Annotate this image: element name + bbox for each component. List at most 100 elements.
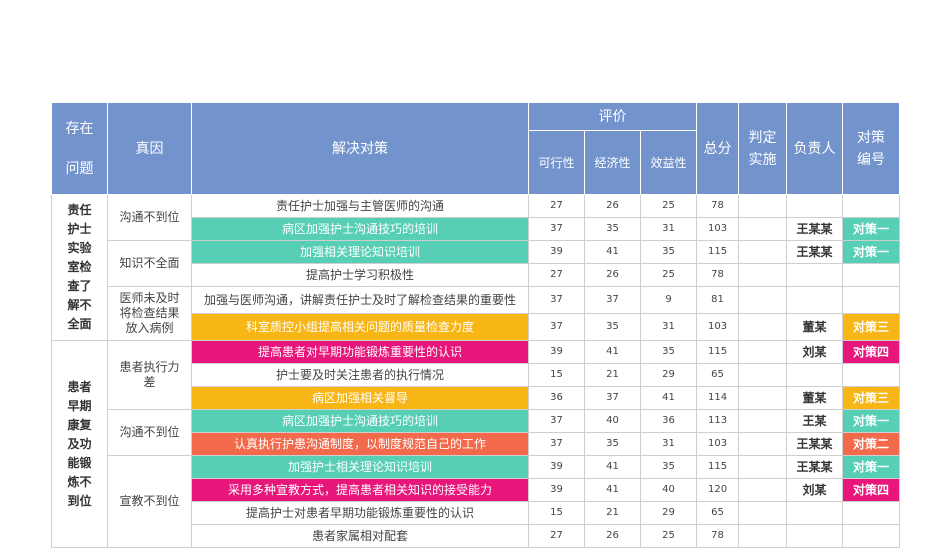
code-cell	[842, 286, 901, 314]
benefit-score: 35	[639, 340, 698, 364]
benefit-score: 29	[639, 501, 698, 525]
benefit-score: 36	[639, 409, 698, 433]
feasibility-score: 39	[528, 478, 585, 502]
problem-text-line: 患者	[67, 379, 92, 394]
cause-text-line: 将检查结果	[119, 306, 180, 320]
header-problem-line2: 问题	[65, 160, 94, 177]
header-economy: 经济性	[584, 130, 641, 195]
decision-cell	[738, 478, 788, 502]
header-problem-spacer	[52, 140, 107, 158]
cause-text-line: 差	[143, 375, 156, 389]
benefit-score: 25	[639, 524, 698, 548]
benefit-score: 25	[639, 263, 698, 287]
economy-score: 41	[584, 478, 641, 502]
decision-cell	[738, 363, 788, 387]
total-score: 78	[696, 263, 740, 287]
feasibility-score: 27	[528, 263, 585, 287]
problem-text-line: 责任	[67, 203, 92, 217]
feasibility-score: 37	[528, 313, 585, 341]
owner-cell: 王某某	[786, 432, 844, 456]
problem-text-line: 及功	[67, 436, 92, 451]
problem-text-line: 查了	[67, 279, 92, 293]
header-owner: 负责人	[786, 102, 844, 195]
measure-cell: 科室质控小组提高相关问题的质量检查力度	[191, 313, 529, 341]
total-score: 103	[696, 217, 740, 241]
economy-score: 37	[584, 386, 641, 410]
economy-score: 40	[584, 409, 641, 433]
benefit-score: 31	[639, 432, 698, 456]
benefit-score: 40	[639, 478, 698, 502]
cause-text: 沟通不到位	[119, 425, 180, 439]
measure-cell: 病区加强相关督导	[191, 386, 529, 410]
measure-cell: 提高护士对患者早期功能锻炼重要性的认识	[191, 501, 529, 525]
total-score: 115	[696, 240, 740, 264]
problem-text-line: 早期	[67, 398, 92, 413]
feasibility-score: 27	[528, 524, 585, 548]
cause-text: 沟通不到位	[119, 210, 180, 224]
owner-cell: 王某某	[786, 217, 844, 241]
header-code: 对策 编号	[842, 102, 901, 195]
problem-text-line: 护士	[67, 222, 92, 236]
economy-score: 35	[584, 217, 641, 241]
decision-cell	[738, 386, 788, 410]
countermeasure-table: 存在 问题 真因 解决对策 评价 总分 判定 实施 负责人 对策 编号 可行性 …	[51, 102, 901, 548]
total-score: 78	[696, 194, 740, 218]
problem-text-line: 实验	[67, 241, 92, 255]
code-cell	[842, 363, 901, 387]
header-decision: 判定 实施	[738, 102, 788, 195]
measure-cell: 加强与医师沟通，讲解责任护士及时了解检查结果的重要性	[191, 286, 529, 314]
decision-cell	[738, 432, 788, 456]
table-row: 知识不全面 加强相关理论知识培训 39 41 35 115 王某某 对策一	[52, 240, 901, 287]
feasibility-score: 15	[528, 363, 585, 387]
header-total: 总分	[696, 102, 740, 195]
feasibility-score: 37	[528, 409, 585, 433]
feasibility-score: 39	[528, 240, 585, 264]
decision-cell	[738, 263, 788, 287]
header-decision-line1: 判定	[748, 129, 777, 146]
code-cell: 对策一	[842, 240, 901, 264]
decision-cell	[738, 524, 788, 548]
decision-cell	[738, 409, 788, 433]
measure-cell: 患者家属相对配套	[191, 524, 529, 548]
decision-cell	[738, 501, 788, 525]
decision-cell	[738, 194, 788, 218]
header-code-line1: 对策	[857, 129, 886, 146]
measure-cell: 病区加强护士沟通技巧的培训	[191, 217, 529, 241]
owner-cell: 王某某	[786, 240, 844, 264]
cause-text-line: 放入病例	[125, 321, 174, 335]
header-decision-line2: 实施	[748, 151, 777, 168]
total-score: 65	[696, 501, 740, 525]
benefit-score: 29	[639, 363, 698, 387]
feasibility-score: 39	[528, 340, 585, 364]
measure-cell: 加强护士相关理论知识培训	[191, 455, 529, 479]
table-row: 责任 护士 实验 室检 查了 解不 全面 沟通不到位 责任护士加强与主管医师的沟通 27 26 25 7…	[51, 194, 901, 341]
total-score: 65	[696, 363, 740, 387]
cause-text: 知识不全面	[119, 256, 180, 270]
total-score: 103	[696, 313, 740, 341]
total-score: 81	[696, 286, 740, 314]
total-score: 103	[696, 432, 740, 456]
header-evaluation: 评价	[527, 102, 698, 131]
total-score: 78	[696, 524, 740, 548]
owner-cell	[786, 263, 844, 287]
benefit-score: 35	[639, 240, 698, 264]
economy-score: 35	[584, 432, 641, 456]
cause-cell: 患者执行力差	[107, 340, 192, 410]
economy-score: 26	[584, 524, 641, 548]
header-benefit: 效益性	[639, 130, 698, 195]
code-cell: 对策三	[842, 313, 901, 341]
problem-text-line: 能锻	[67, 455, 92, 470]
header-code-line2: 编号	[857, 151, 886, 168]
code-cell: 对策三	[842, 386, 901, 410]
decision-cell	[738, 240, 788, 264]
benefit-score: 41	[639, 386, 698, 410]
table-body: 责任 护士 实验 室检 查了 解不 全面 沟通不到位 责任护士加强与主管医师的沟通 27 26 25 7…	[51, 194, 901, 548]
economy-score: 35	[584, 313, 641, 341]
problem-cell: 患者 早期 康复 及功 能锻 炼不 到位	[51, 340, 108, 548]
measure-cell: 认真执行护患沟通制度，以制度规范自己的工作	[191, 432, 529, 456]
problem-text-line: 全面	[67, 317, 92, 331]
owner-cell: 王某	[786, 409, 844, 433]
decision-cell	[738, 286, 788, 314]
owner-cell: 王某某	[786, 455, 844, 479]
code-cell	[842, 194, 901, 218]
